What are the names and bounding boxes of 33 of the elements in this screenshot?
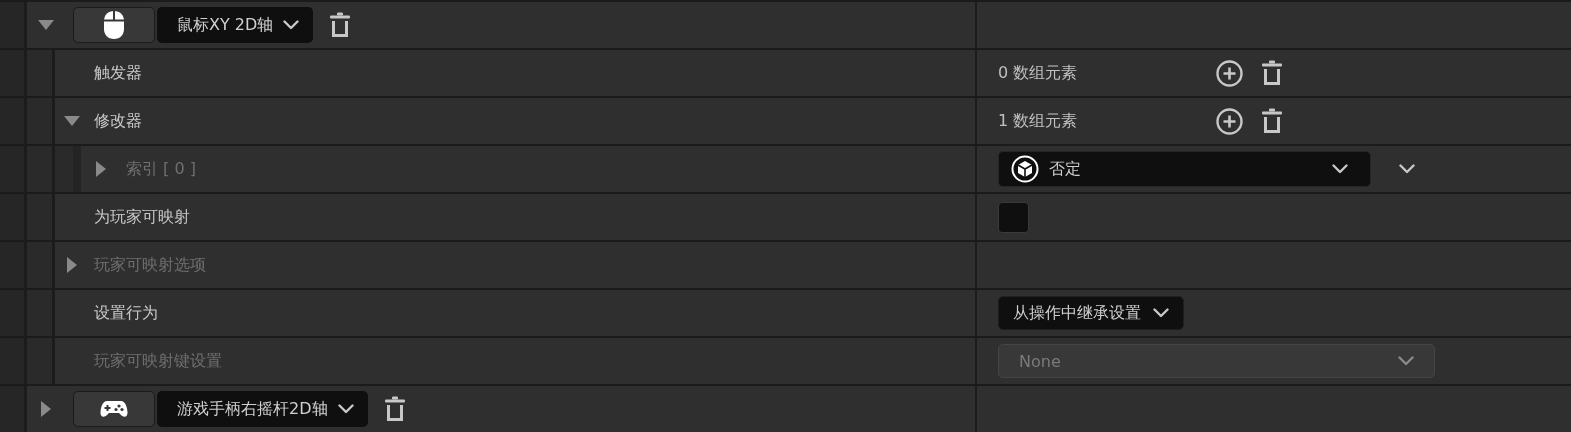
- trash-icon[interactable]: [1261, 60, 1283, 86]
- chevron-down-icon: [337, 404, 354, 414]
- property-label: 修改器: [94, 110, 142, 132]
- mouse-icon: [103, 10, 125, 40]
- device-button[interactable]: [73, 391, 155, 427]
- property-label: 索引 [ 0 ]: [126, 158, 196, 180]
- checkbox[interactable]: [998, 201, 1029, 233]
- chevron-down-icon: [1398, 356, 1414, 366]
- chevron-down-icon: [1153, 308, 1169, 318]
- expander-arrow[interactable]: [38, 20, 54, 30]
- property-label: 触发器: [94, 62, 142, 84]
- expander-arrow[interactable]: [41, 401, 51, 417]
- add-icon[interactable]: [1216, 59, 1243, 87]
- device-button[interactable]: [73, 7, 155, 43]
- chevron-down-icon: [283, 20, 300, 30]
- property-label: 为玩家可映射: [94, 206, 190, 228]
- dropdown[interactable]: 从操作中继承设置: [998, 296, 1184, 330]
- array-count: 1 数组元素: [998, 110, 1079, 132]
- chevron-down-icon[interactable]: [1399, 164, 1415, 174]
- property-label: 设置行为: [94, 302, 158, 324]
- property-label: 玩家可映射键设置: [94, 350, 222, 372]
- trash-icon[interactable]: [1261, 108, 1283, 134]
- key-dropdown[interactable]: 游戏手柄右摇杆2D轴: [157, 391, 368, 427]
- key-dropdown[interactable]: 鼠标XY 2D轴: [157, 7, 314, 43]
- array-count: 0 数组元素: [998, 62, 1079, 84]
- gamepad-icon: [100, 400, 128, 418]
- trash-icon[interactable]: [329, 12, 352, 38]
- expander-arrow[interactable]: [64, 116, 80, 126]
- trash-icon[interactable]: [383, 396, 406, 422]
- add-icon[interactable]: [1216, 107, 1243, 135]
- property-label: 玩家可映射选项: [94, 254, 206, 276]
- chevron-down-icon: [1332, 164, 1348, 174]
- cube-icon: [1011, 155, 1039, 183]
